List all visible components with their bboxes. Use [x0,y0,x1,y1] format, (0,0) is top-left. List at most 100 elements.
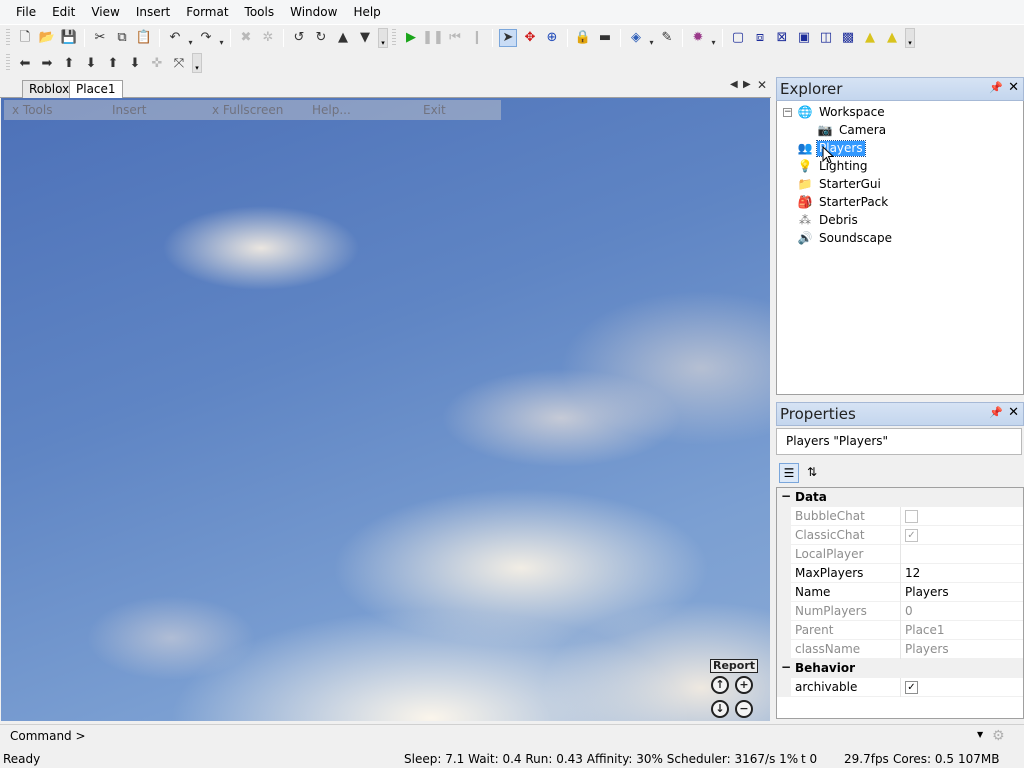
resize-icon[interactable]: ⊕ [543,29,561,47]
box-frame-icon[interactable]: ◫ [817,29,835,47]
stop-icon[interactable]: ⏮ [446,29,464,47]
copy-icon[interactable]: ⧉ [113,29,131,47]
bubblechat-checkbox[interactable] [905,510,918,523]
fill-dropdown-icon[interactable]: ▾ [647,29,656,47]
pin-icon[interactable]: 📌 [989,406,1003,419]
game-viewport[interactable]: x Tools Insert x Fullscreen Help... Exit… [1,98,770,721]
zoom-out-icon[interactable]: − [735,700,753,718]
cut-icon[interactable]: ✂ [91,29,109,47]
menu-edit[interactable]: Edit [44,1,83,23]
property-row[interactable]: Name Players [777,583,1023,602]
menu-window[interactable]: Window [282,1,345,23]
archivable-checkbox[interactable]: ✓ [905,681,918,694]
paste-icon[interactable]: 📋 [135,29,153,47]
menu-insert[interactable]: Insert [128,1,178,23]
save-icon[interactable]: 💾 [60,29,78,47]
pause-icon[interactable]: ❚❚ [422,29,444,47]
box-zoom-icon[interactable]: ⧈ [751,29,769,47]
viewport-menu-tools[interactable]: x Tools [12,103,52,117]
redo-icon[interactable]: ↷ [197,29,215,47]
tab-close-icon[interactable]: ✕ [757,78,767,92]
menu-format[interactable]: Format [178,1,236,23]
menu-view[interactable]: View [83,1,127,23]
viewport-menu-help[interactable]: Help... [312,103,351,117]
open-folder-icon[interactable]: 📂 [38,29,56,47]
collapse-icon[interactable]: − [781,489,791,503]
delete-icon[interactable]: ✖ [237,29,255,47]
group-icon[interactable]: ✲ [259,29,277,47]
paint-icon[interactable]: ✎ [658,29,676,47]
tab-place1[interactable]: Place1 [69,80,123,98]
report-button[interactable]: Report [710,659,759,673]
box-fill-icon[interactable]: ▣ [795,29,813,47]
anchor-icon[interactable]: ▬ [596,29,614,47]
rotate-left-icon[interactable]: ↺ [290,29,308,47]
classicchat-checkbox[interactable]: ✓ [905,529,918,542]
fill-icon[interactable]: ◈ [627,29,645,47]
camera-icon[interactable]: ✹ [689,29,707,47]
command-dropdown-icon[interactable]: ▼ [977,730,983,739]
property-row[interactable]: NumPlayers 0 [777,602,1023,621]
toolbar-overflow-icon[interactable]: ▾ [378,27,388,48]
gear-icon[interactable]: ⚙ [992,728,1005,744]
menu-file[interactable]: File [8,1,44,23]
arrow-down-icon[interactable]: ⬇ [126,54,144,72]
property-row[interactable]: Parent Place1 [777,621,1023,640]
command-input[interactable] [82,728,982,745]
toolbar-grip[interactable] [6,28,10,47]
tree-item-workspace[interactable]: 🌐 Workspace [797,103,887,121]
category-behavior[interactable]: − Behavior [777,659,1023,678]
camera-down-icon[interactable]: ↓ [711,700,729,718]
arrow-up-left-icon[interactable]: ⬆ [60,54,78,72]
toolbar-overflow-icon[interactable]: ▾ [192,53,202,73]
box-cross-icon[interactable]: ⊠ [773,29,791,47]
property-row[interactable]: ClassicChat ✓ [777,526,1023,545]
triangle-add-icon[interactable]: ▲ [883,29,901,47]
zoom-extents-icon[interactable]: ⤧ [170,54,188,72]
camera-dropdown-icon[interactable]: ▾ [709,29,718,47]
menu-help[interactable]: Help [345,1,388,23]
collapse-icon[interactable]: − [783,108,792,117]
tree-item-debris[interactable]: ⁂ Debris [797,211,860,229]
move-icon[interactable]: ✥ [521,29,539,47]
viewport-menu-insert[interactable]: Insert [112,103,146,117]
triangle-icon[interactable]: ▲ [861,29,879,47]
undo-icon[interactable]: ↶ [166,29,184,47]
property-row[interactable]: className Players [777,640,1023,659]
tree-item-startergui[interactable]: 📁 StarterGui [797,175,883,193]
box-solid-icon[interactable]: ▩ [839,29,857,47]
toolbar-overflow-icon[interactable]: ▾ [905,27,915,48]
pin-icon[interactable]: 📌 [989,81,1003,94]
undo-dropdown-icon[interactable]: ▾ [186,29,195,47]
tree-item-soundscape[interactable]: 🔊 Soundscape [797,229,894,247]
play-icon[interactable]: ▶ [402,29,420,47]
property-row[interactable]: LocalPlayer [777,545,1023,564]
property-row[interactable]: MaxPlayers 12 [777,564,1023,583]
alphabetical-sort-icon[interactable]: ⇅ [802,463,822,483]
zoom-in-icon[interactable]: + [735,676,753,694]
categorized-view-icon[interactable]: ☰ [779,463,799,483]
redo-dropdown-icon[interactable]: ▾ [217,29,226,47]
menu-tools[interactable]: Tools [237,1,283,23]
toolbar-grip[interactable] [392,28,396,47]
box-icon[interactable]: ▢ [729,29,747,47]
close-icon[interactable]: ✕ [1008,405,1019,420]
arrow-left-icon[interactable]: ⬅ [16,54,34,72]
arrow-up-icon[interactable]: ⬆ [104,54,122,72]
close-icon[interactable]: ✕ [1008,80,1019,95]
property-row[interactable]: archivable ✓ [777,678,1023,697]
tree-item-camera[interactable]: 📷 Camera [817,121,888,139]
arrow-right-icon[interactable]: ➡ [38,54,56,72]
camera-up-icon[interactable]: ↑ [711,676,729,694]
tab-scroll-left-icon[interactable]: ◀ [730,79,738,90]
rotate-right-icon[interactable]: ↻ [312,29,330,47]
name-value[interactable]: Players [905,585,949,599]
move-down-icon[interactable]: ▼ [356,29,374,47]
tab-scroll-right-icon[interactable]: ▶ [743,79,751,90]
viewport-menu-exit[interactable]: Exit [423,103,446,117]
select-icon[interactable]: ➤ [499,28,517,47]
move-up-icon[interactable]: ▲ [334,29,352,47]
step-icon[interactable]: ❙ [468,29,486,47]
zoom-in-icon[interactable]: ✜ [148,54,166,72]
collapse-icon[interactable]: − [781,660,791,674]
